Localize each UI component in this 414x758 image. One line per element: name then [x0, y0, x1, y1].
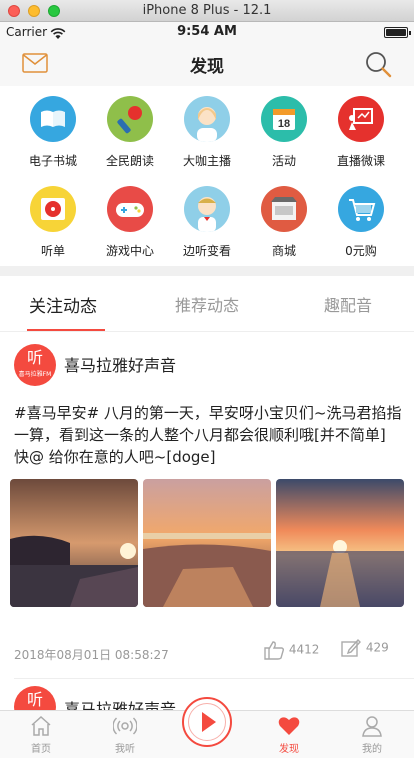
nav-bar: 发现	[0, 42, 414, 86]
grid-item-store[interactable]: 商城	[244, 186, 324, 259]
comment-button[interactable]: 429	[340, 638, 389, 658]
tab-mine[interactable]: 我的	[342, 715, 402, 755]
presenter-icon	[184, 96, 230, 142]
avatar[interactable]: 听 喜马拉雅FM	[14, 344, 56, 386]
tab-dubbing[interactable]: 趣配音	[324, 292, 372, 316]
play-icon	[202, 712, 216, 732]
grid-item-game-center[interactable]: 游戏中心	[90, 186, 170, 259]
grid-label: 0元购	[345, 244, 377, 258]
status-time: 9:54 AM	[177, 24, 237, 39]
grid-label: 大咖主播	[182, 154, 231, 168]
section-divider	[0, 266, 414, 276]
grid-item-top-anchors[interactable]: 大咖主播	[167, 96, 247, 169]
grid-label: 全民朗读	[105, 154, 154, 168]
avatar-glyph: 听	[26, 690, 43, 709]
grid-item-listen-and-watch[interactable]: 边听变看	[167, 186, 247, 259]
post-text-line: 一算，看到这一条的人整个八月都会很顺利哦[并不简单]	[14, 426, 386, 444]
feature-grid: 电子书城 全民朗读 大咖主播 18 活动 直播微课 听单 游戏中心 边听变看 商…	[0, 86, 414, 268]
svg-text:18: 18	[278, 118, 290, 130]
post-author[interactable]: 喜马拉雅好声音	[64, 352, 176, 376]
comment-edit-icon	[341, 638, 361, 657]
like-count: 4412	[288, 642, 320, 657]
post-photo[interactable]	[143, 479, 271, 607]
character-icon	[184, 186, 230, 232]
thumbs-up-icon	[264, 641, 285, 660]
record-player-icon	[30, 186, 76, 232]
status-bar: Carrier 9:54 AM	[0, 22, 414, 42]
grid-item-free-buy[interactable]: 0元购	[321, 186, 401, 259]
store-icon	[261, 186, 307, 232]
grid-label: 商城	[271, 244, 296, 258]
like-button[interactable]: 4412	[263, 640, 319, 660]
grid-item-read-aloud[interactable]: 全民朗读	[90, 96, 170, 169]
tab-follow[interactable]: 关注动态	[29, 292, 97, 317]
cart-icon	[338, 186, 384, 232]
feed-tabs: 关注动态 推荐动态 趣配音	[0, 276, 414, 332]
grid-label: 活动	[271, 154, 296, 168]
tab-recommend[interactable]: 推荐动态	[175, 292, 239, 316]
play-button[interactable]	[182, 697, 232, 747]
grid-label: 边听变看	[182, 244, 231, 258]
post-divider	[14, 678, 414, 679]
tab-discover[interactable]: 发现	[259, 715, 319, 755]
simulator-title: iPhone 8 Plus - 12.1	[142, 3, 272, 18]
tab-label: 我的	[362, 744, 382, 755]
avatar-glyph: 听	[26, 348, 43, 367]
grid-label: 游戏中心	[105, 244, 154, 258]
book-icon	[30, 96, 76, 142]
active-tab-indicator	[27, 329, 105, 331]
simulator-title-bar: iPhone 8 Plus - 12.1	[0, 0, 414, 22]
search-icon[interactable]	[364, 50, 392, 82]
tab-label: 发现	[279, 744, 299, 755]
tab-label: 首页	[31, 744, 51, 755]
grid-item-live-course[interactable]: 直播微课	[321, 96, 401, 169]
post-photo[interactable]	[276, 479, 404, 607]
post-text-line: #喜马早安# 八月的第一天，早安呀小宝贝们~洗马君掐指	[14, 404, 402, 422]
microphone-icon	[107, 96, 153, 142]
whiteboard-icon	[338, 96, 384, 142]
calendar-icon: 18	[261, 96, 307, 142]
grid-item-ebook[interactable]: 电子书城	[13, 96, 93, 169]
user-icon	[362, 716, 382, 737]
grid-label: 直播微课	[336, 154, 385, 168]
tab-home[interactable]: 首页	[11, 715, 71, 755]
post-text-line: 快@ 给你在意的人吧~[doge]	[14, 448, 216, 466]
home-icon	[31, 715, 51, 736]
tab-label: 我听	[115, 744, 135, 755]
grid-label: 电子书城	[28, 154, 77, 168]
post-timestamp: 2018年08月01日 08:58:27	[14, 648, 169, 662]
post-photo[interactable]	[10, 479, 138, 607]
heart-icon	[278, 717, 300, 735]
gamepad-icon	[107, 186, 153, 232]
battery-icon	[384, 27, 411, 38]
grid-item-activities[interactable]: 18 活动	[244, 96, 324, 169]
grid-item-playlist[interactable]: 听单	[13, 186, 93, 259]
avatar-caption: 喜马拉雅FM	[18, 371, 52, 378]
tab-listen[interactable]: 我听	[95, 715, 155, 755]
page-title: 发现	[190, 57, 224, 77]
broadcast-icon	[112, 717, 138, 735]
comment-count: 429	[365, 640, 389, 655]
grid-label: 听单	[40, 244, 65, 258]
post-text[interactable]: #喜马早安# 八月的第一天，早安呀小宝贝们~洗马君掐指 一算，看到这一条的人整个…	[14, 402, 404, 468]
